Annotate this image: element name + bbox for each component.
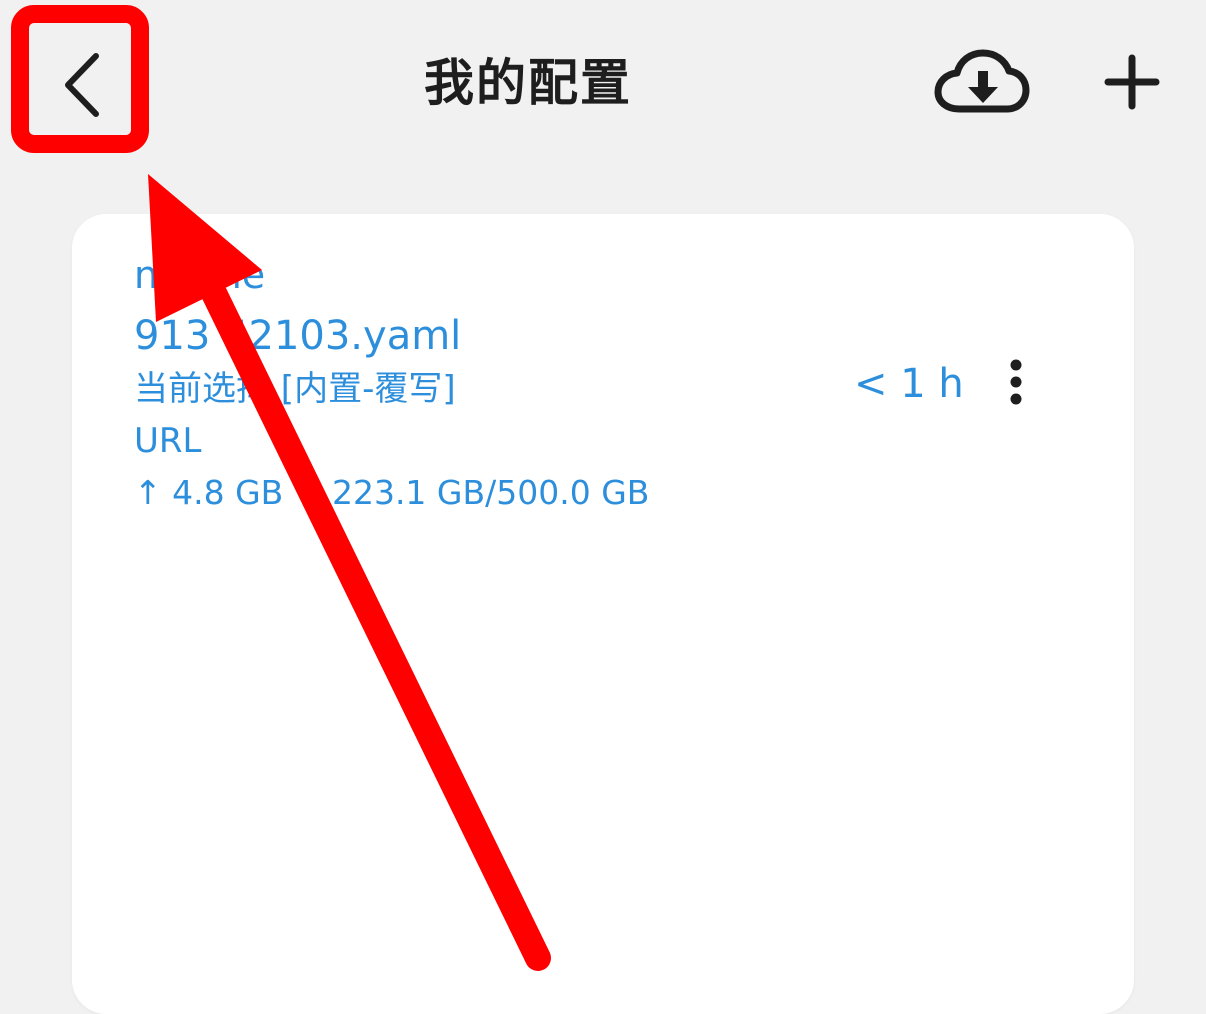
cloud-download-icon <box>934 49 1030 113</box>
download-button[interactable] <box>930 42 1034 126</box>
more-vertical-icon <box>1010 359 1022 405</box>
profile-traffic: ↑ 4.8 GB ↓ 223.1 GB/500.0 GB <box>134 473 650 512</box>
profile-type: URL <box>134 421 202 461</box>
plus-icon <box>1104 54 1160 110</box>
top-bar: 我的配置 <box>0 0 1206 170</box>
profile-card[interactable]: n x.me 913 52103.yaml 当前选择 [内置-覆写] URL ↑… <box>72 214 1134 1014</box>
profile-name: n x.me <box>134 253 266 297</box>
add-button[interactable] <box>1092 42 1172 122</box>
more-options-button[interactable] <box>988 354 1044 410</box>
profile-file-name: 913 52103.yaml <box>134 313 462 359</box>
updated-time: < 1 h <box>854 361 964 407</box>
profile-current-selection: 当前选择 [内置-覆写] <box>134 369 456 409</box>
page-title: 我的配置 <box>424 54 632 112</box>
